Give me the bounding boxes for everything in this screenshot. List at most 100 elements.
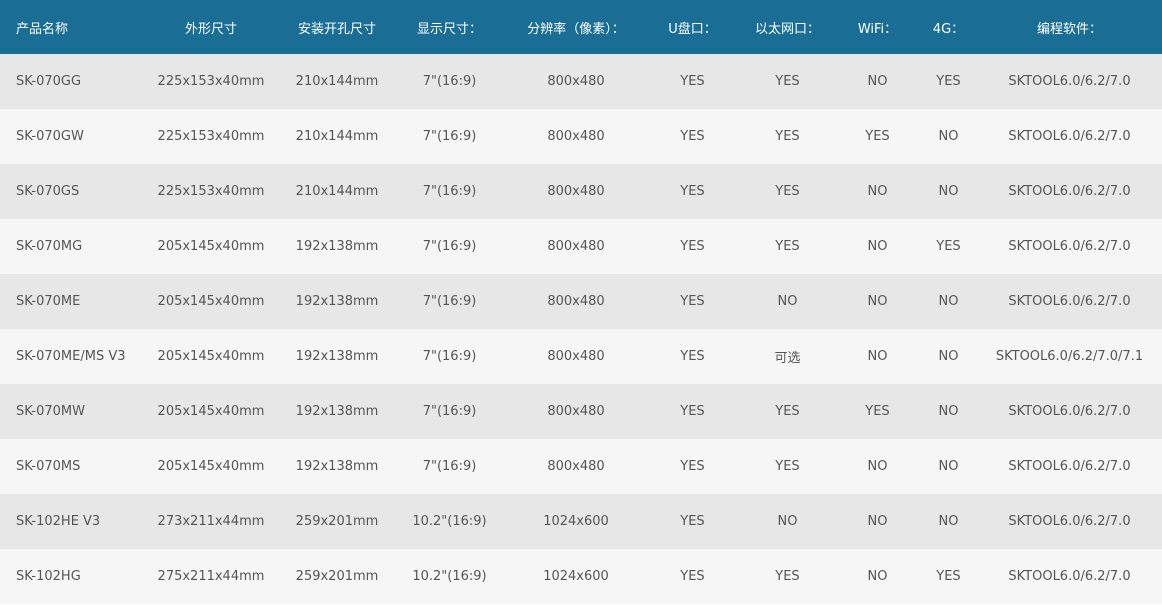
header-cutout-size: 安装开孔尺寸 xyxy=(297,21,376,37)
cell-cutout-size: 210x144mm xyxy=(295,129,379,144)
cell-dimensions: 205x145x40mm xyxy=(157,349,265,364)
cell-product-name: SK-070ME xyxy=(16,294,81,309)
cell-ethernet-port: YES xyxy=(775,129,800,144)
cell-usb-port: YES xyxy=(680,239,705,254)
cell-4g: NO xyxy=(938,184,959,199)
cell-resolution: 800x480 xyxy=(547,349,605,364)
cell-cutout-size: 192x138mm xyxy=(295,239,379,254)
cell-ethernet-port: NO xyxy=(777,514,798,529)
cell-ethernet-port: YES xyxy=(775,184,800,199)
cell-resolution: 1024x600 xyxy=(543,514,609,529)
cell-4g: NO xyxy=(938,349,959,364)
cell-product-name: SK-102HE V3 xyxy=(16,514,101,529)
cell-wifi: NO xyxy=(867,184,888,199)
cell-display-size: 7"(16:9) xyxy=(422,404,477,419)
cell-ethernet-port: YES xyxy=(775,239,800,254)
cell-ethernet-port: NO xyxy=(777,294,798,309)
cell-resolution: 800x480 xyxy=(547,239,605,254)
cell-wifi: YES xyxy=(865,404,890,419)
cell-display-size: 7"(16:9) xyxy=(422,294,477,309)
cell-resolution: 800x480 xyxy=(547,294,605,309)
cell-4g: NO xyxy=(938,404,959,419)
header-dimensions: 外形尺寸 xyxy=(184,21,237,37)
cell-ethernet-port: YES xyxy=(775,569,800,584)
cell-dimensions: 205x145x40mm xyxy=(157,294,265,309)
header-row: 产品名称 外形尺寸 安装开孔尺寸 显示尺寸： 分辨率（像素）： U盘口： 以太网… xyxy=(0,0,1162,54)
cell-display-size: 7"(16:9) xyxy=(422,129,477,144)
cell-usb-port: YES xyxy=(680,294,705,309)
cell-software: SKTOOL6.0/6.2/7.0 xyxy=(1008,404,1131,419)
cell-wifi: NO xyxy=(867,459,888,474)
cell-4g: YES xyxy=(936,569,961,584)
cell-dimensions: 205x145x40mm xyxy=(157,404,265,419)
cell-resolution: 800x480 xyxy=(547,459,605,474)
cell-cutout-size: 210x144mm xyxy=(295,184,379,199)
cell-product-name: SK-102HG xyxy=(16,569,81,584)
cell-4g: NO xyxy=(938,129,959,144)
cell-resolution: 800x480 xyxy=(547,404,605,419)
cell-usb-port: YES xyxy=(680,514,705,529)
table-row: SK-070ME/MS V3 205x145x40mm 192x138mm 7"(16… xyxy=(0,329,1162,384)
cell-wifi: NO xyxy=(867,74,888,89)
cell-wifi: NO xyxy=(867,239,888,254)
cell-product-name: SK-070MW xyxy=(16,404,85,419)
cell-dimensions: 225x153x40mm xyxy=(157,74,265,89)
header-4g: 4G： xyxy=(932,21,965,37)
cell-software: SKTOOL6.0/6.2/7.0 xyxy=(1008,184,1131,199)
cell-cutout-size: 259x201mm xyxy=(295,569,379,584)
cell-resolution: 1024x600 xyxy=(543,569,609,584)
cell-wifi: NO xyxy=(867,569,888,584)
table-row: SK-070GW 225x153x40mm 210x144mm 7"(16:9) 800… xyxy=(0,109,1162,164)
header-wifi: WiFi： xyxy=(857,21,898,37)
table-header: 产品名称 外形尺寸 安装开孔尺寸 显示尺寸： 分辨率（像素）： U盘口： 以太网… xyxy=(0,0,1162,54)
cell-usb-port: YES xyxy=(680,129,705,144)
cell-4g: YES xyxy=(936,74,961,89)
cell-software: SKTOOL6.0/6.2/7.0 xyxy=(1008,74,1131,89)
cell-4g: NO xyxy=(938,294,959,309)
cell-cutout-size: 259x201mm xyxy=(295,514,379,529)
cell-dimensions: 205x145x40mm xyxy=(157,239,265,254)
cell-resolution: 800x480 xyxy=(547,74,605,89)
table-row: SK-070MW 205x145x40mm 192x138mm 7"(16:9) 800… xyxy=(0,384,1162,439)
cell-display-size: 7"(16:9) xyxy=(422,459,477,474)
cell-software: SKTOOL6.0/6.2/7.0 xyxy=(1008,239,1131,254)
product-spec-table: 产品名称 外形尺寸 安装开孔尺寸 显示尺寸： 分辨率（像素）： U盘口： 以太网… xyxy=(0,0,1162,604)
cell-dimensions: 205x145x40mm xyxy=(157,459,265,474)
cell-wifi: NO xyxy=(867,294,888,309)
cell-software: SKTOOL6.0/6.2/7.0 xyxy=(1008,514,1131,529)
cell-cutout-size: 192x138mm xyxy=(295,349,379,364)
header-software: 编程软件： xyxy=(1036,21,1102,37)
header-display-size: 显示尺寸： xyxy=(416,21,482,37)
cell-resolution: 800x480 xyxy=(547,129,605,144)
header-resolution: 分辨率（像素）： xyxy=(527,21,625,37)
cell-usb-port: YES xyxy=(680,349,705,364)
table-row: SK-102HG 275x211x44mm 259x201mm 10.2"(16:9)… xyxy=(0,549,1162,604)
cell-cutout-size: 192x138mm xyxy=(295,459,379,474)
table-row: SK-070MS 205x145x40mm 192x138mm 7"(16:9) 800… xyxy=(0,439,1162,494)
cell-resolution: 800x480 xyxy=(547,184,605,199)
cell-software: SKTOOL6.0/6.2/7.0 xyxy=(1008,569,1131,584)
cell-4g: NO xyxy=(938,514,959,529)
cell-product-name: SK-070MG xyxy=(16,239,83,254)
cell-ethernet-port: YES xyxy=(775,74,800,89)
cell-4g: NO xyxy=(938,459,959,474)
cell-display-size: 7"(16:9) xyxy=(422,74,477,89)
cell-product-name: SK-070GG xyxy=(16,74,82,89)
cell-ethernet-port: YES xyxy=(775,459,800,474)
cell-usb-port: YES xyxy=(680,569,705,584)
cell-display-size: 10.2"(16:9) xyxy=(412,514,487,529)
cell-wifi: NO xyxy=(867,349,888,364)
cell-software: SKTOOL6.0/6.2/7.0/7.1 xyxy=(995,349,1144,364)
cell-cutout-size: 192x138mm xyxy=(295,294,379,309)
table-body: SK-070GG 225x153x40mm 210x144mm 7"(16:9) 800… xyxy=(0,54,1162,604)
table-row: SK-070MG 205x145x40mm 192x138mm 7"(16:9) 800… xyxy=(0,219,1162,274)
cell-dimensions: 225x153x40mm xyxy=(157,184,265,199)
cell-usb-port: YES xyxy=(680,184,705,199)
cell-dimensions: 273x211x44mm xyxy=(157,514,265,529)
cell-usb-port: YES xyxy=(680,74,705,89)
cell-display-size: 7"(16:9) xyxy=(422,349,477,364)
cell-software: SKTOOL6.0/6.2/7.0 xyxy=(1008,459,1131,474)
table-row: SK-070ME 205x145x40mm 192x138mm 7"(16:9) 800… xyxy=(0,274,1162,329)
cell-4g: YES xyxy=(936,239,961,254)
cell-product-name: SK-070GW xyxy=(16,129,84,144)
